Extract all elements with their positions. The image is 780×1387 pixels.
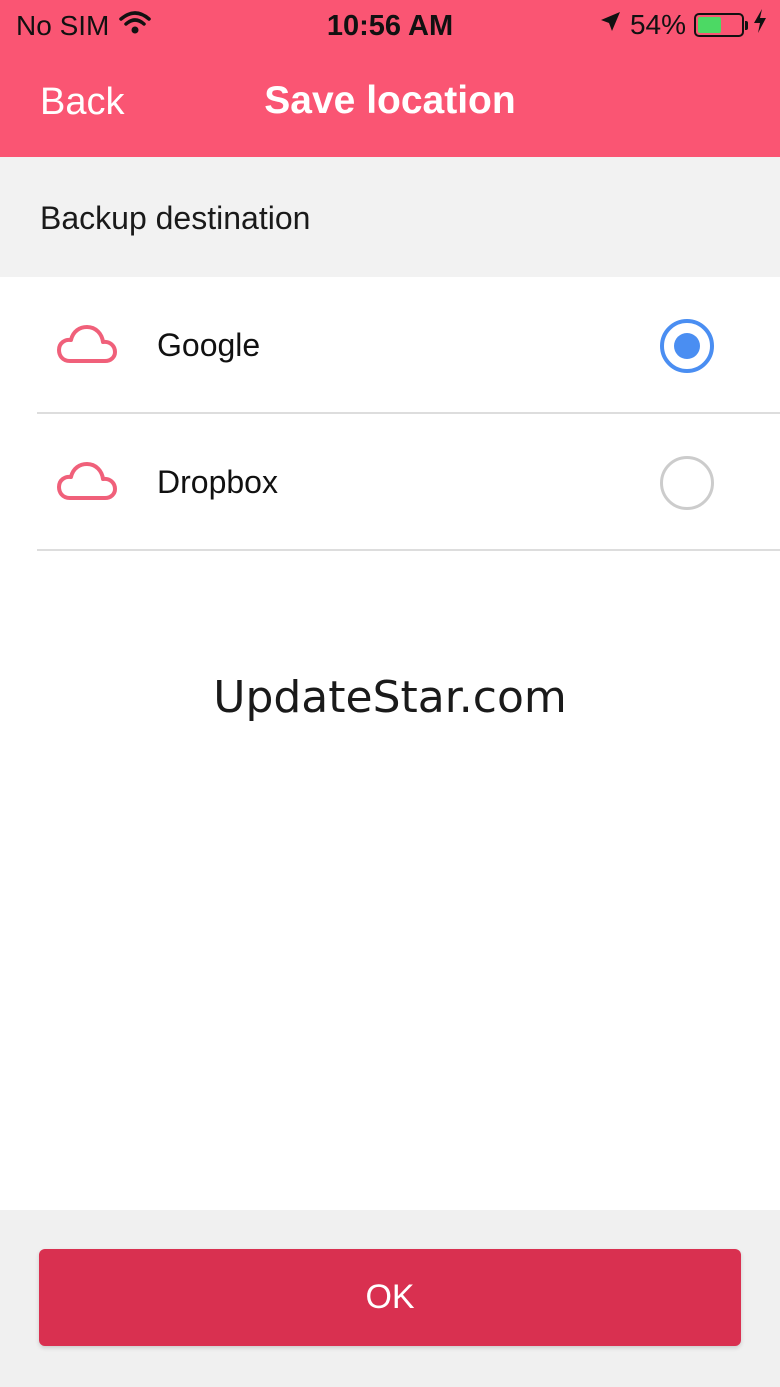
charging-bolt-icon (752, 8, 768, 41)
cloud-icon (56, 460, 118, 504)
footer: OK (0, 1210, 780, 1387)
section-title: Backup destination (40, 200, 311, 236)
battery-level-fill (698, 16, 721, 33)
section-header: Backup destination (0, 157, 780, 277)
navigation-bar: Back Save location (0, 54, 780, 157)
location-arrow-icon (598, 9, 622, 41)
status-right-group: 54% (598, 8, 768, 41)
option-label: Dropbox (157, 464, 278, 500)
header: No SIM 10:56 AM 54% Back Save location (0, 0, 780, 157)
status-bar: No SIM 10:56 AM 54% (0, 0, 780, 54)
watermark-text: UpdateStar.com (213, 672, 567, 723)
ok-button[interactable]: OK (39, 1249, 741, 1346)
divider (37, 549, 780, 551)
battery-icon (694, 12, 748, 37)
radio-button-unselected[interactable] (660, 456, 714, 510)
radio-button-selected[interactable] (660, 319, 714, 373)
option-row-google[interactable]: Google (0, 277, 780, 414)
page-title: Save location (264, 79, 516, 122)
battery-percent: 54% (629, 8, 686, 40)
option-row-dropbox[interactable]: Dropbox (0, 414, 780, 551)
option-label: Google (157, 327, 261, 363)
radio-dot (674, 333, 700, 359)
cloud-icon (56, 323, 118, 367)
